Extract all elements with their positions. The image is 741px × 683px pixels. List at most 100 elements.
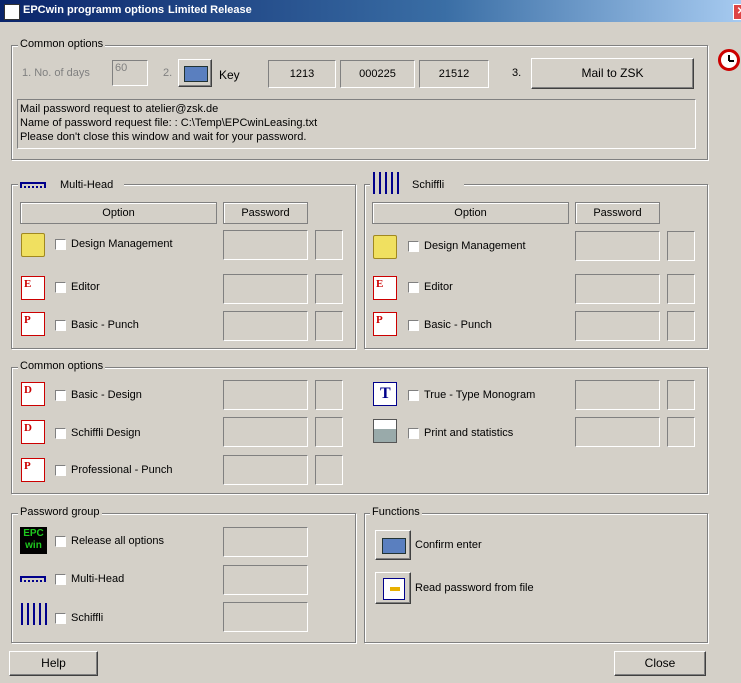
close-icon[interactable]: ✕ [733, 4, 741, 20]
basic-design-checkbox[interactable] [55, 390, 66, 401]
confirm-enter-label: Confirm enter [415, 539, 482, 551]
schiffli-icon [373, 172, 399, 194]
pg-multihead-password[interactable] [223, 565, 308, 595]
schiffli-col-password: Password [575, 202, 660, 224]
pg-multihead-checkbox[interactable] [55, 574, 66, 585]
basic-design-label: Basic - Design [71, 389, 142, 401]
release-all-label: Release all options [71, 535, 164, 547]
sc-editor-password[interactable] [575, 274, 660, 304]
multihead-col-password: Password [223, 202, 308, 224]
folder-icon [373, 235, 397, 259]
print-and-statistics-label: Print and statistics [424, 427, 514, 439]
professional-punch-action[interactable] [315, 455, 343, 485]
sc-basic-punch-action[interactable] [667, 311, 695, 341]
multihead-col-option: Option [20, 202, 217, 224]
confirm-enter-button[interactable] [375, 530, 411, 560]
professional-punch-checkbox[interactable] [55, 465, 66, 476]
title-bar: EPCwin programm options Limited Release … [0, 0, 741, 22]
true-type-monogram-label: True - Type Monogram [424, 389, 536, 401]
sc-basic-punch-password[interactable] [575, 311, 660, 341]
print-and-statistics-action[interactable] [667, 417, 695, 447]
password-group-label: Password group [18, 506, 102, 518]
mh-design-management-action[interactable] [315, 230, 343, 260]
key-field-3: 21512 [419, 60, 489, 88]
pg-schiffli-password[interactable] [223, 602, 308, 632]
multihead-icon [20, 182, 46, 188]
message-box: Mail password request to atelier@zsk.de … [17, 99, 696, 149]
mail-to-zsk-button[interactable]: Mail to ZSK [531, 58, 694, 89]
pg-multihead-label: Multi-Head [71, 573, 125, 585]
epc-win-icon: EPC win [20, 527, 47, 554]
close-button[interactable]: Close [614, 651, 706, 676]
sc-editor-label: Editor [424, 281, 453, 293]
functions-label: Functions [370, 506, 422, 518]
schiffli-design-password[interactable] [223, 417, 308, 447]
release-all-checkbox[interactable] [55, 536, 66, 547]
folder-icon [21, 233, 45, 257]
app-icon [4, 4, 20, 20]
schiffli-design-icon: D [21, 420, 45, 444]
window-subtitle: Limited Release [168, 4, 252, 16]
message-line-2: Name of password request file: : C:\Temp… [20, 117, 318, 129]
sc-design-management-checkbox[interactable] [408, 241, 419, 252]
pg-schiffli-checkbox[interactable] [55, 613, 66, 624]
calculator-icon [184, 66, 208, 82]
mh-editor-action[interactable] [315, 274, 343, 304]
sc-design-management-label: Design Management [424, 240, 526, 252]
read-password-label: Read password from file [415, 582, 534, 594]
schiffli-design-label: Schiffli Design [71, 427, 141, 439]
no-of-days-field: 60 [112, 60, 148, 86]
true-type-monogram-password[interactable] [575, 380, 660, 410]
professional-punch-password[interactable] [223, 455, 308, 485]
true-type-monogram-action[interactable] [667, 380, 695, 410]
sc-design-management-password[interactable] [575, 231, 660, 261]
calculator-icon [382, 538, 406, 554]
print-and-statistics-password[interactable] [575, 417, 660, 447]
step2-label: 2. [163, 67, 173, 79]
print-and-statistics-checkbox[interactable] [408, 428, 419, 439]
mh-basic-punch-password[interactable] [223, 311, 308, 341]
sc-editor-checkbox[interactable] [408, 282, 419, 293]
editor-icon: E [373, 276, 397, 300]
punch-icon: P [373, 312, 397, 336]
design-icon: D [21, 382, 45, 406]
sc-design-management-action[interactable] [667, 231, 695, 261]
release-all-password[interactable] [223, 527, 308, 557]
punch-icon: P [21, 312, 45, 336]
message-line-3: Please don't close this window and wait … [20, 131, 307, 143]
true-type-monogram-checkbox[interactable] [408, 390, 419, 401]
schiffli-icon [21, 603, 47, 625]
mh-editor-password[interactable] [223, 274, 308, 304]
mh-basic-punch-action[interactable] [315, 311, 343, 341]
mh-design-management-checkbox[interactable] [55, 239, 66, 250]
key-file-icon [383, 578, 405, 600]
sc-basic-punch-checkbox[interactable] [408, 320, 419, 331]
monogram-icon: T [373, 382, 397, 406]
sc-editor-action[interactable] [667, 274, 695, 304]
schiffli-header: Schiffli [370, 170, 464, 196]
schiffli-design-action[interactable] [315, 417, 343, 447]
keyboard-button[interactable] [178, 59, 212, 87]
common-options-label: Common options [18, 360, 106, 372]
basic-design-password[interactable] [223, 380, 308, 410]
pg-schiffli-label: Schiffli [71, 612, 104, 624]
multihead-icon [20, 576, 46, 582]
help-button[interactable]: Help [9, 651, 98, 676]
professional-punch-label: Professional - Punch [71, 464, 173, 476]
message-line-1: Mail password request to atelier@zsk.de [20, 103, 219, 115]
no-of-days-label: 1. No. of days [22, 67, 90, 79]
editor-icon: E [21, 276, 45, 300]
sc-basic-punch-label: Basic - Punch [424, 319, 492, 331]
mh-editor-checkbox[interactable] [55, 282, 66, 293]
mh-design-management-password[interactable] [223, 230, 308, 260]
mh-basic-punch-label: Basic - Punch [71, 319, 139, 331]
mh-editor-label: Editor [71, 281, 100, 293]
key-field-1: 1213 [268, 60, 336, 88]
mh-basic-punch-checkbox[interactable] [55, 320, 66, 331]
professional-punch-icon: P [21, 458, 45, 482]
step3-label: 3. [512, 67, 522, 79]
schiffli-design-checkbox[interactable] [55, 428, 66, 439]
read-password-button[interactable] [375, 572, 411, 604]
basic-design-action[interactable] [315, 380, 343, 410]
printer-icon [373, 419, 397, 443]
